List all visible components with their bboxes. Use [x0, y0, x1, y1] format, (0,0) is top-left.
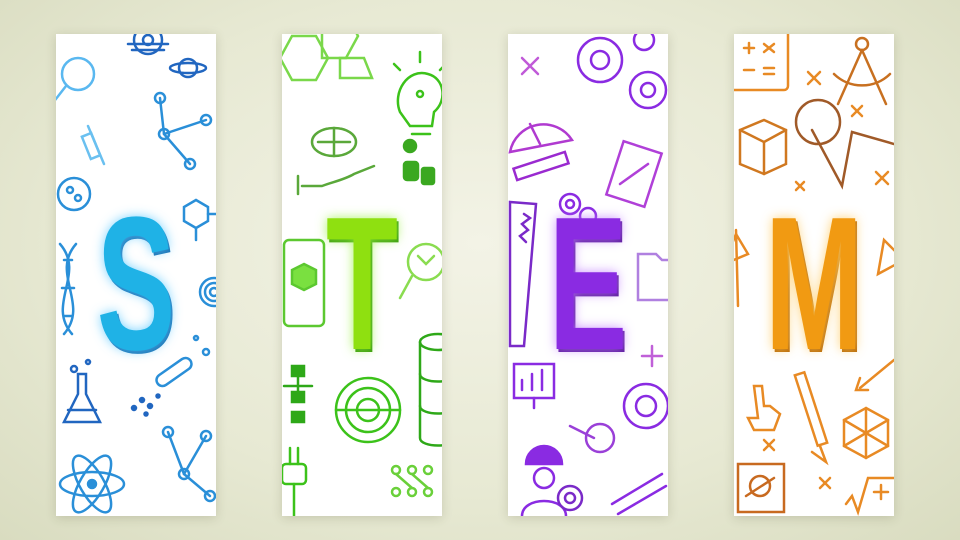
- gear-icon-2: [556, 484, 584, 512]
- petri-dish-icon: [56, 176, 92, 212]
- pointer-hand-icon: [745, 384, 782, 432]
- graph-icon: [876, 237, 894, 277]
- ruler-pencil-icon: [511, 150, 571, 182]
- brain-idea-icon: [392, 50, 442, 136]
- gears-icon: [576, 34, 668, 110]
- triangle-icon: [734, 228, 750, 308]
- atom-icon: [58, 454, 126, 514]
- gear-icon: [126, 34, 170, 56]
- molecule-icon: [153, 91, 213, 171]
- compass-icon: [832, 36, 892, 106]
- banner-letter-t: T: [326, 178, 398, 390]
- sqrt-icon: [844, 476, 894, 516]
- fingerprint-icon: [198, 276, 216, 308]
- protractor-icon: [508, 122, 575, 154]
- circuit-board-icon: [390, 464, 434, 498]
- multiply-icon: [806, 70, 822, 86]
- banner-letter-m: M: [764, 178, 864, 390]
- polyhedron-icon: [842, 406, 890, 460]
- hexagon-molecule-icon: [182, 198, 216, 242]
- hexagon-grid-icon: [282, 34, 374, 82]
- database-icon: [418, 332, 442, 447]
- geometry-doc-icon: [736, 462, 786, 514]
- magnifier-icon: [56, 56, 96, 101]
- cube-icon: [738, 118, 788, 176]
- plug-icon: [282, 446, 308, 516]
- saw-icon: [508, 200, 538, 348]
- drill-icon: [610, 472, 668, 516]
- gadgets-icon: [402, 138, 436, 186]
- banner-letter-s: S: [96, 178, 176, 390]
- cross-icon: [520, 56, 540, 76]
- wrench-gear-icon: [568, 422, 616, 454]
- planet-icon: [168, 57, 208, 79]
- engineering-banner: E: [508, 34, 668, 516]
- banner-letter-e: E: [548, 178, 628, 390]
- gear-icon: [622, 382, 668, 430]
- syringe-icon: [80, 124, 106, 166]
- folder-icon: [636, 252, 668, 302]
- calculator-icon: [734, 34, 790, 92]
- dna-icon: [58, 242, 78, 336]
- galaxy-icon: [130, 393, 161, 417]
- angle-icon: [794, 98, 894, 190]
- mathematics-banner: M: [734, 34, 894, 516]
- molecule-icon-2: [161, 425, 216, 503]
- network-icon: [282, 364, 314, 424]
- plus-icon: [640, 344, 664, 368]
- technology-banner: T: [282, 34, 442, 516]
- science-banner: S: [56, 34, 216, 516]
